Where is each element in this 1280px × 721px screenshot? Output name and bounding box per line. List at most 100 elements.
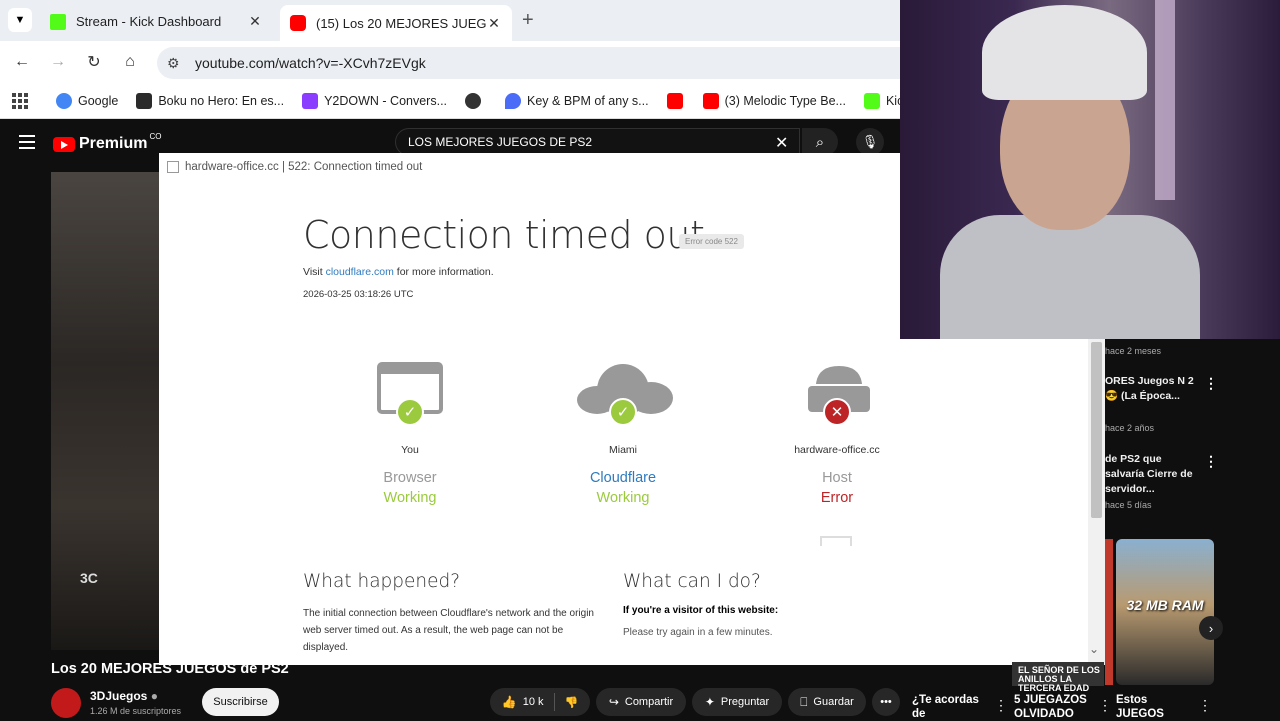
search-input[interactable]: LOS MEJORES JUEGOS DE PS2: [395, 128, 800, 156]
thumbs-up-icon: 👍: [501, 695, 517, 709]
more-vert-icon[interactable]: ⋮: [1204, 375, 1218, 392]
apps-grid-icon[interactable]: [12, 92, 28, 109]
youtube-icon: [702, 92, 719, 109]
scroll-down-icon[interactable]: ⌄: [1089, 642, 1099, 656]
menu-icon[interactable]: [19, 135, 35, 153]
like-button[interactable]: 👍 10 k 👎: [490, 688, 590, 716]
more-vert-icon[interactable]: ⋮: [1098, 697, 1112, 714]
node-browser: ✓ You Browser Working: [330, 358, 490, 506]
youtube-icon: [290, 15, 306, 31]
error-code-badge: Error code 522: [679, 234, 744, 249]
sidebar-video-title[interactable]: ORES Juegos N 2 😎 (La Época...: [1105, 374, 1200, 404]
more-actions-button[interactable]: •••: [872, 688, 900, 716]
close-tab-icon[interactable]: ✕: [247, 13, 263, 30]
chevron-down-icon: ▼: [14, 14, 26, 26]
shorts-thumbnail[interactable]: [1105, 539, 1113, 685]
bookmark-y2down[interactable]: Y2DOWN - Convers...: [302, 92, 447, 109]
visit-text: Visit cloudflare.com for more informatio…: [303, 266, 494, 278]
bookmark-melodic[interactable]: (3) Melodic Type Be...: [702, 92, 846, 109]
tab-bar: ▼ Stream - Kick Dashboard ✕ (15) Los 20 …: [0, 0, 900, 41]
sparkle-icon: ✦: [704, 695, 715, 709]
mic-icon: 🎙: [861, 134, 879, 149]
forward-icon[interactable]: →: [48, 52, 68, 72]
sidebar-meta: hace 2 años: [1105, 423, 1155, 433]
tab-title: (15) Los 20 MEJORES JUEGOS d: [316, 15, 486, 31]
more-icon: •••: [880, 696, 892, 708]
youtube-play-icon: [53, 136, 75, 152]
globe-icon: [465, 92, 482, 109]
drop-icon: [505, 92, 522, 109]
retry-text: Please try again in a few minutes.: [623, 627, 773, 638]
error-heading: Connection timed out: [303, 213, 705, 257]
new-tab-button[interactable]: +: [522, 9, 534, 32]
error-timestamp: 2026-03-25 03:18:26 UTC: [303, 289, 414, 300]
error-page-title: hardware-office.cc | 522: Connection tim…: [167, 161, 422, 173]
google-icon: [56, 92, 72, 109]
tab-youtube[interactable]: (15) Los 20 MEJORES JUEGOS d ✕: [280, 5, 512, 41]
back-icon[interactable]: ←: [12, 52, 32, 72]
bookmark-google[interactable]: Google: [56, 92, 118, 109]
bookmark-kick-twitch[interactable]: Kick / Twitch: [863, 92, 900, 109]
node-host: ✕ hardware-office.cc Host Error: [757, 358, 900, 506]
bookmark-globe[interactable]: [465, 92, 487, 109]
youtube-logo[interactable]: Premium CO: [53, 132, 161, 153]
search-icon: ⌕: [815, 133, 825, 151]
visitor-subheading: If you're a visitor of this website:: [623, 605, 779, 616]
bookmark-youtube[interactable]: [666, 92, 689, 109]
divider: [553, 693, 555, 711]
video-player[interactable]: [51, 172, 159, 650]
shorts-title[interactable]: ¿Te acordas de: [912, 693, 992, 721]
share-button[interactable]: ↪ Compartir: [596, 688, 686, 716]
search-button[interactable]: ⌕: [802, 128, 838, 156]
chevron-right-icon[interactable]: ›: [1199, 616, 1223, 640]
shorts-thumbnail[interactable]: 32 MB RAM: [1116, 539, 1214, 685]
url-text: youtube.com/watch?v=-XCvh7zEVgk: [195, 55, 426, 71]
shorts-title[interactable]: 5 JUEGAZOS OLVIDADO: [1014, 693, 1098, 721]
bookmark-icon: ⎕: [800, 694, 808, 709]
youtube-icon: [666, 92, 683, 109]
bookmark-boku-no-hero[interactable]: Boku no Hero: En es...: [136, 92, 284, 109]
y2down-icon: [302, 92, 319, 109]
subscribe-button[interactable]: Suscribirse: [202, 688, 279, 716]
what-happened-text: The initial connection between Cloudflar…: [303, 608, 594, 653]
navigation-bar: ← → ↻ ⌂ ⚙ youtube.com/watch?v=-XCvh7zEVg…: [0, 41, 900, 83]
subscriber-count: 1.26 M de suscriptores: [90, 706, 182, 716]
streamer-beanie: [982, 5, 1147, 100]
error-window-extension: [900, 339, 1088, 665]
page-icon: [167, 161, 179, 173]
more-vert-icon[interactable]: ⋮: [994, 697, 1008, 714]
address-bar[interactable]: ⚙ youtube.com/watch?v=-XCvh7zEVgk: [157, 47, 900, 79]
bookmark-icon: [136, 92, 153, 109]
streamer-shirt: [940, 215, 1200, 339]
site-info-icon[interactable]: ⚙: [167, 55, 187, 72]
tab-kick-dashboard[interactable]: Stream - Kick Dashboard ✕: [40, 6, 273, 37]
thumbnail-caption: EL SEÑOR DE LOS ANILLOS LA TERCERA EDAD: [1018, 665, 1100, 693]
clear-search-icon[interactable]: ✕: [775, 133, 788, 153]
channel-name[interactable]: 3DJuegos ●: [90, 689, 158, 703]
bookmarks-bar: Google Boku no Hero: En es... Y2DOWN - C…: [0, 83, 900, 119]
video-frame-text: 3C: [80, 570, 98, 586]
home-icon[interactable]: ⌂: [120, 52, 140, 72]
tab-search-dropdown[interactable]: ▼: [8, 8, 32, 32]
save-button[interactable]: ⎕ Guardar: [788, 688, 866, 716]
error-x-icon: ✕: [823, 398, 851, 426]
thumbs-down-icon[interactable]: 👎: [565, 696, 579, 709]
cloudflare-link[interactable]: cloudflare.com: [326, 266, 394, 278]
more-vert-icon[interactable]: ⋮: [1198, 697, 1212, 714]
scrollbar-thumb[interactable]: [1091, 342, 1102, 518]
close-tab-icon[interactable]: ✕: [486, 15, 502, 32]
status-indicator: [820, 536, 852, 546]
voice-search-button[interactable]: 🎙: [856, 128, 884, 156]
more-vert-icon[interactable]: ⋮: [1204, 453, 1218, 470]
tab-title: Stream - Kick Dashboard: [76, 14, 222, 29]
reload-icon[interactable]: ↻: [84, 52, 104, 72]
ask-button[interactable]: ✦ Preguntar: [692, 688, 782, 716]
shorts-title[interactable]: Estos JUEGOS: [1116, 693, 1188, 721]
what-happened-heading: What happened?: [303, 571, 461, 592]
bookmark-key-bpm[interactable]: Key & BPM of any s...: [505, 92, 649, 109]
channel-avatar[interactable]: [51, 688, 81, 718]
kick-icon: [863, 92, 880, 109]
sidebar-video-title[interactable]: de PS2 que salvaría Cierre de servidor..…: [1105, 452, 1200, 497]
cloudflare-error-window: hardware-office.cc | 522: Connection tim…: [159, 153, 900, 665]
sidebar-meta: hace 2 meses: [1105, 346, 1162, 356]
